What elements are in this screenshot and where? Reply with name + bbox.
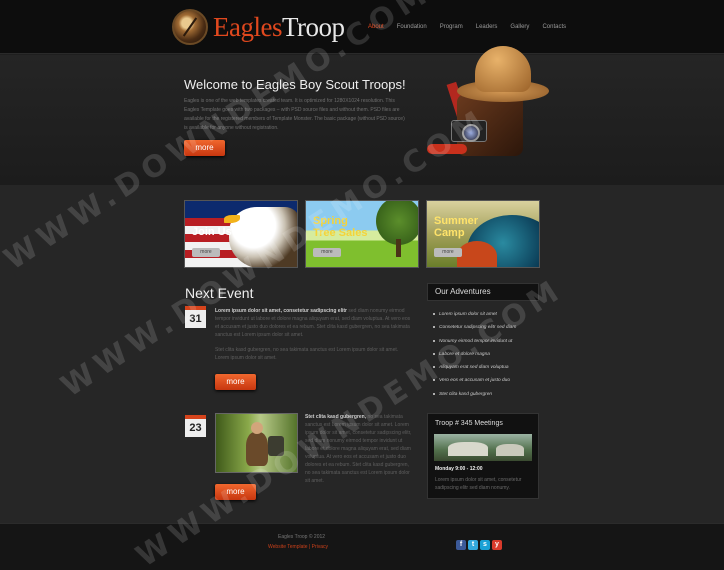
- site-logo[interactable]: EaglesTroop: [213, 12, 345, 43]
- banner-title: Spring Tree Sales: [313, 215, 368, 239]
- event-2-text: Stet clita kasd gubergren, no sea takima…: [305, 413, 412, 485]
- event-1-body2: Stet clita kasd gubergren, no sea takima…: [215, 347, 399, 361]
- hero-title: Welcome to Eagles Boy Scout Troops!: [184, 77, 406, 92]
- camp-tents-photo: [434, 434, 532, 461]
- event-1-lead: Lorem ipsum dolor sit amet, consetetur s…: [215, 308, 347, 314]
- adventure-link[interactable]: Stet clita kasd gubergren: [433, 391, 516, 404]
- logo-word-troop: Troop: [281, 12, 345, 42]
- nav-contacts[interactable]: Contacts: [542, 24, 566, 30]
- event-2-lead: Stet clita kasd gubergren,: [305, 414, 367, 420]
- scout-boy-photo: [215, 413, 298, 473]
- scout-figure: [246, 422, 268, 466]
- facebook-icon[interactable]: f: [456, 540, 466, 550]
- twitter-icon[interactable]: t: [468, 540, 478, 550]
- our-adventures-heading: Our Adventures: [427, 283, 539, 301]
- banner-more-button[interactable]: more: [313, 248, 341, 257]
- event-2-more-button[interactable]: more: [215, 484, 256, 500]
- nav-about[interactable]: About: [368, 24, 384, 30]
- skype-icon[interactable]: s: [480, 540, 490, 550]
- banner-title: Join Us: [192, 226, 232, 238]
- small-tent-image: [457, 241, 497, 267]
- calendar-icon: 31: [185, 306, 206, 328]
- banner-title: Summer Camp: [434, 215, 479, 239]
- pocket-knife-icon: [427, 144, 467, 154]
- meetings-day: Monday 9:00 - 12:00: [435, 466, 483, 472]
- banner-join-us[interactable]: Join Us more: [184, 200, 298, 268]
- meetings-text: Lorem ipsum dolor sit amet, consetetur s…: [435, 477, 522, 491]
- nav-program[interactable]: Program: [440, 24, 463, 30]
- banner-summer-camp[interactable]: Summer Camp more: [426, 200, 540, 268]
- footer-links[interactable]: Website Template | Privacy: [268, 544, 328, 550]
- hat-crown-shape: [475, 46, 531, 92]
- hero-section: Welcome to Eagles Boy Scout Troops! Eagl…: [0, 55, 724, 185]
- nav-foundation[interactable]: Foundation: [397, 24, 427, 30]
- meetings-box: Troop # 345 Meetings Monday 9:00 - 12:00…: [427, 413, 539, 499]
- tree-trunk: [396, 239, 401, 257]
- calendar-icon: 23: [185, 415, 206, 437]
- next-event-heading: Next Event: [185, 285, 254, 301]
- event-1-text: Lorem ipsum dolor sit amet, consetetur s…: [215, 307, 412, 339]
- adventure-link[interactable]: Labore et dolore magna: [433, 351, 516, 364]
- camera-icon: [451, 120, 487, 142]
- scout-gear-illustration: [425, 42, 550, 167]
- logo-word-eagles: Eagles: [213, 12, 282, 42]
- banner-more-button[interactable]: more: [192, 248, 220, 257]
- event-1-more-button[interactable]: more: [215, 374, 256, 390]
- banner-spring-tree-sales[interactable]: Spring Tree Sales more: [305, 200, 419, 268]
- nav-leaders[interactable]: Leaders: [476, 24, 498, 30]
- hero-text: Eagles is one of the web templates creat…: [184, 98, 405, 131]
- adventure-link[interactable]: Vero eos et accusam et justo duo: [433, 377, 516, 390]
- compass-logo-icon[interactable]: [172, 9, 208, 45]
- main-nav: About Foundation Program Leaders Gallery…: [368, 24, 579, 30]
- adventures-list: Lorem ipsum dolor sit amet Consetetur sa…: [433, 311, 516, 404]
- page: EaglesTroop About Foundation Program Lea…: [0, 0, 724, 570]
- header-bar: EaglesTroop About Foundation Program Lea…: [0, 0, 724, 54]
- adventure-link[interactable]: Consetetur sadipscing elitr sed diam: [433, 324, 516, 337]
- banner-more-button[interactable]: more: [434, 248, 462, 257]
- youtube-icon[interactable]: y: [492, 540, 502, 550]
- nav-gallery[interactable]: Gallery: [510, 24, 529, 30]
- footer: Eagles Troop © 2012 Website Template | P…: [0, 523, 724, 570]
- social-icons: f t s y: [456, 540, 502, 550]
- adventure-link[interactable]: Nonumy eirmod tempor invidunt ut: [433, 338, 516, 351]
- adventure-link[interactable]: Lorem ipsum dolor sit amet: [433, 311, 516, 324]
- event-2-body: no sea takimata sanctus est Lorem ipsum …: [305, 414, 412, 484]
- hero-more-button[interactable]: more: [184, 140, 225, 156]
- meetings-heading: Troop # 345 Meetings: [435, 420, 503, 427]
- adventure-link[interactable]: Aliquyam erat sed diam voluptua: [433, 364, 516, 377]
- backpack-figure: [268, 436, 284, 456]
- footer-copyright: Eagles Troop © 2012: [278, 534, 326, 540]
